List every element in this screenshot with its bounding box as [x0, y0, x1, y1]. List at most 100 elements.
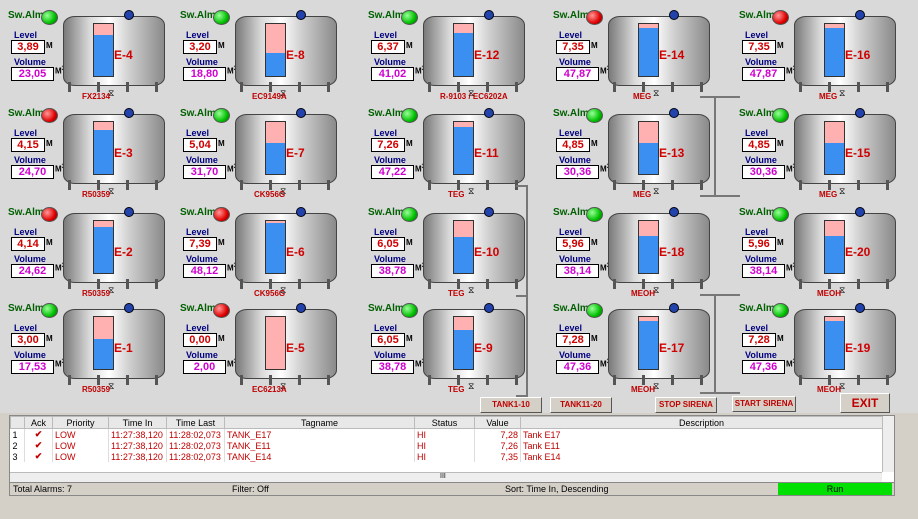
- switch-alarm-indicator: [772, 207, 789, 222]
- volume-label: Volume: [186, 350, 218, 360]
- level-label: Level: [186, 323, 210, 333]
- volume-label: Volume: [374, 57, 406, 67]
- level-gauge-fill: [454, 127, 473, 174]
- level-gauge: [93, 23, 114, 77]
- level-value: 5,04: [183, 138, 217, 152]
- tank-e-4[interactable]: Sw.AlmLevel3,89MVolume23,05M3E-4⧖FX2134: [8, 10, 183, 110]
- start-sirena-button[interactable]: START SIRENA: [732, 396, 796, 412]
- tank-nozzle: [296, 303, 306, 313]
- pipe: [516, 295, 526, 297]
- tank-name: E-15: [845, 146, 871, 160]
- tank-e-7[interactable]: Sw.AlmLevel5,04MVolume31,70M3E-7⧖CK956G: [180, 108, 355, 208]
- outlet-valve-icon: ⧖: [468, 381, 475, 391]
- row-number: 2: [10, 440, 25, 451]
- level-value: 7,35: [556, 40, 590, 54]
- tank-e-20[interactable]: Sw.AlmLevel5,96MVolume38,14M3E-20⧖MEOH: [739, 207, 914, 307]
- volume-label: Volume: [559, 57, 591, 67]
- tank-e-17[interactable]: Sw.AlmLevel7,28MVolume47,36M3E-17⧖MEOH: [553, 303, 728, 403]
- column-header[interactable]: Value: [474, 416, 521, 429]
- alarm-list[interactable]: Ack Priority Time In Time Last Tagname Status…: [9, 415, 895, 484]
- tank-e-11[interactable]: Sw.AlmLevel7,26MVolume47,22M3E-11⧖TEG: [368, 108, 543, 208]
- swalm-label: Sw.Alm: [8, 108, 44, 119]
- switch-alarm-indicator: [772, 10, 789, 25]
- volume-label: Volume: [374, 254, 406, 264]
- level-label: Level: [374, 323, 398, 333]
- column-header[interactable]: [10, 416, 25, 429]
- volume-value: 41,02: [371, 67, 414, 81]
- level-gauge: [265, 121, 286, 175]
- tank-e-6[interactable]: Sw.AlmLevel7,39MVolume48,12M3E-6⧖CK956G: [180, 207, 355, 307]
- product-label: EC9149A: [252, 92, 287, 101]
- switch-alarm-indicator: [41, 207, 58, 222]
- tank-name: E-18: [659, 245, 685, 259]
- level-gauge-fill: [825, 142, 844, 174]
- level-value: 3,00: [11, 333, 45, 347]
- tank-e-19[interactable]: Sw.AlmLevel7,28MVolume47,36M3E-19⧖MEOH: [739, 303, 914, 403]
- alarm-vertical-scrollbar[interactable]: [882, 416, 894, 472]
- column-header[interactable]: Tagname: [224, 416, 415, 429]
- tank11-20-button[interactable]: TANK11-20: [550, 397, 612, 413]
- level-value: 4,85: [556, 138, 590, 152]
- tank1-10-button[interactable]: TANK1-10: [480, 397, 542, 413]
- level-gauge-fill: [94, 129, 113, 174]
- tank-e-16[interactable]: Sw.AlmLevel7,35MVolume47,87M3E-16⧖MEG: [739, 10, 914, 110]
- alarm-cell: HI: [414, 451, 475, 462]
- level-value: 7,35: [742, 40, 776, 54]
- volume-value: 18,80: [183, 67, 226, 81]
- level-value: 5,96: [556, 237, 590, 251]
- tank-e-13[interactable]: Sw.AlmLevel4,85MVolume30,36M3E-13⧖MEG: [553, 108, 728, 208]
- alarm-row[interactable]: 2 ✔ LOW 11:27:38,120 11:28:02,073 TANK_E11 HI 7…: [10, 440, 883, 451]
- level-value: 6,05: [371, 333, 405, 347]
- column-header[interactable]: Priority: [52, 416, 109, 429]
- tank-e-14[interactable]: Sw.AlmLevel7,35MVolume47,87M3E-14⧖MEG: [553, 10, 728, 110]
- level-unit: M: [591, 139, 598, 148]
- swalm-label: Sw.Alm: [180, 207, 216, 218]
- column-header[interactable]: Status: [414, 416, 475, 429]
- level-unit: M: [777, 41, 784, 50]
- volume-value: 17,53: [11, 360, 54, 374]
- column-header[interactable]: Time In: [108, 416, 167, 429]
- level-value: 7,28: [556, 333, 590, 347]
- tank-e-5[interactable]: Sw.AlmLevel0,00MVolume2,00M3E-5⧖EC6213A: [180, 303, 355, 403]
- tank-e-1[interactable]: Sw.AlmLevel3,00MVolume17,53M3E-1⧖R50359: [8, 303, 183, 403]
- volume-value: 31,70: [183, 165, 226, 179]
- swalm-label: Sw.Alm: [180, 108, 216, 119]
- level-unit: M: [777, 139, 784, 148]
- tank-name: E-12: [474, 48, 500, 62]
- level-label: Level: [14, 128, 38, 138]
- ack-check-icon: ✔: [24, 440, 53, 451]
- level-unit: M: [218, 334, 225, 343]
- tank-e-12[interactable]: Sw.AlmLevel6,37MVolume41,02M3E-12⧖R-9103…: [368, 10, 543, 110]
- column-header[interactable]: Description: [520, 416, 883, 429]
- tank-name: E-14: [659, 48, 685, 62]
- level-value: 4,85: [742, 138, 776, 152]
- tank-name: E-6: [286, 245, 305, 259]
- volume-value: 24,70: [11, 165, 54, 179]
- tank-e-9[interactable]: Sw.AlmLevel6,05MVolume38,78M3E-9⧖TEG: [368, 303, 543, 403]
- alarm-row[interactable]: 1 ✔ LOW 11:27:38,120 11:28:02,073 TANK_E17 HI 7…: [10, 428, 883, 440]
- switch-alarm-indicator: [586, 10, 603, 25]
- tank-e-15[interactable]: Sw.AlmLevel4,85MVolume30,36M3E-15⧖MEG: [739, 108, 914, 208]
- pipe: [714, 96, 716, 196]
- tank-nozzle: [669, 303, 679, 313]
- tank-e-3[interactable]: Sw.AlmLevel4,15MVolume24,70M3E-3⧖R50359: [8, 108, 183, 208]
- tank-nozzle: [669, 108, 679, 118]
- tank-e-8[interactable]: Sw.AlmLevel3,20MVolume18,80M3E-8⧖EC9149A: [180, 10, 355, 110]
- column-header[interactable]: Time Last: [166, 416, 225, 429]
- level-label: Level: [559, 128, 583, 138]
- row-number: 1: [10, 428, 25, 440]
- tank-e-2[interactable]: Sw.AlmLevel4,14MVolume24,62M3E-2⧖R50359: [8, 207, 183, 307]
- tank-name: E-20: [845, 245, 871, 259]
- alarm-cell: 11:28:02,073: [166, 451, 225, 462]
- tank-e-18[interactable]: Sw.AlmLevel5,96MVolume38,14M3E-18⧖MEOH: [553, 207, 728, 307]
- tank-e-10[interactable]: Sw.AlmLevel6,05MVolume38,78M3E-10⧖TEG: [368, 207, 543, 307]
- exit-button[interactable]: EXIT: [840, 393, 890, 413]
- volume-value: 30,36: [742, 165, 785, 179]
- column-header[interactable]: Ack: [24, 416, 53, 429]
- volume-value: 48,12: [183, 264, 226, 278]
- alarm-row[interactable]: 3 ✔ LOW 11:27:38,120 11:28:02,073 TANK_E14 HI 7…: [10, 451, 883, 462]
- stop-sirena-button[interactable]: STOP SIRENA: [655, 397, 717, 413]
- product-label: R-9103 / EC6202A: [440, 92, 508, 101]
- product-label: MEOH: [817, 385, 841, 394]
- volume-value: 47,87: [556, 67, 599, 81]
